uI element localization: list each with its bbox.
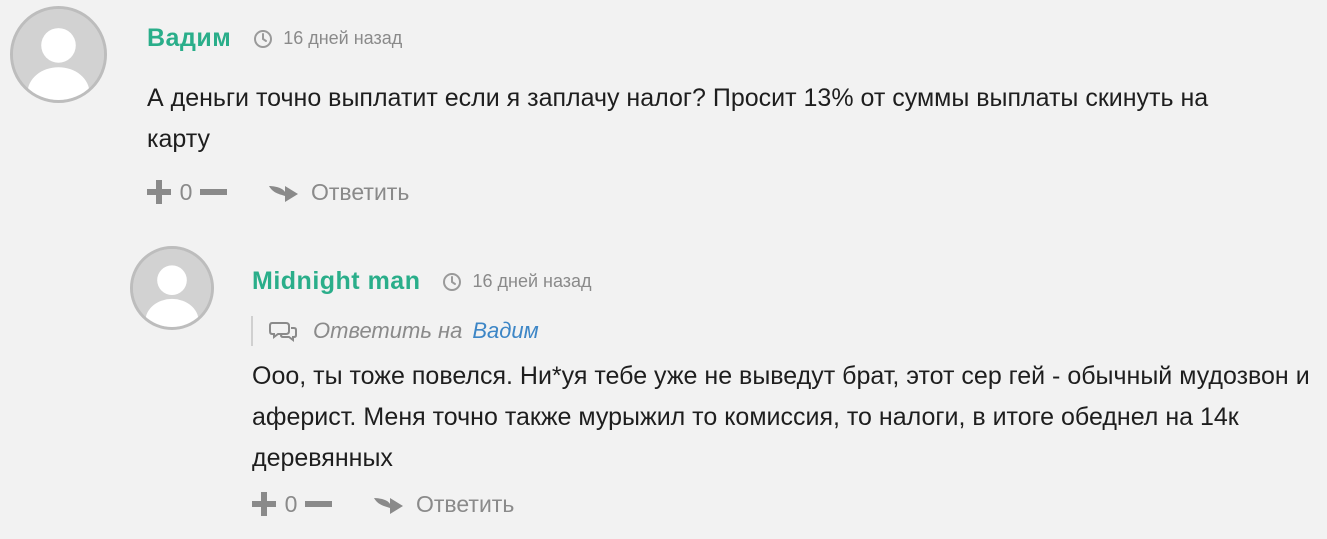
downvote-minus-icon[interactable] — [199, 178, 227, 206]
comment: Вадим 16 дней назад А деньги точно выпла… — [0, 0, 1327, 230]
comment-meta: Вадим 16 дней назад — [147, 24, 402, 53]
vote-count: 0 — [284, 490, 298, 517]
author-name[interactable]: Midnight man — [252, 267, 420, 296]
comment-time: 16 дней назад — [472, 271, 592, 291]
comment-text-line: А деньги точно выплатит если я заплачу н… — [147, 84, 1209, 112]
comment-time: 16 дней назад — [283, 28, 403, 48]
downvote-minus-icon[interactable] — [304, 490, 332, 518]
author-name[interactable]: Вадим — [147, 24, 231, 53]
comment-text: А деньги точно выплатит если я заплачу н… — [147, 78, 1307, 160]
comment-text-line: Ооо, ты тоже повелся. Ни*уя тебе уже не … — [252, 362, 1310, 390]
vote-count: 0 — [179, 178, 193, 205]
chat-bubbles-icon — [269, 320, 297, 342]
upvote-plus-icon[interactable] — [145, 178, 173, 206]
reply-label: Ответить — [416, 490, 515, 517]
reply-button[interactable]: Ответить — [372, 491, 514, 518]
avatar-placeholder-icon — [13, 9, 104, 100]
reply-arrow-icon — [267, 180, 299, 204]
comment-text: Ооо, ты тоже повелся. Ни*уя тебе уже не … — [252, 356, 1312, 479]
reply-button[interactable]: Ответить — [267, 179, 409, 206]
comment-meta: Midnight man 16 дней назад — [252, 267, 592, 296]
comment-actions: 0 Ответить — [250, 489, 514, 519]
comment-text-line: карту — [147, 125, 210, 153]
reply-to-user-link[interactable]: Вадим — [472, 318, 538, 344]
reply-label: Ответить — [311, 178, 410, 205]
reply-arrow-icon — [372, 492, 404, 516]
comment-text-line: аферист. Меня точно также мурыжил то ком… — [252, 403, 1239, 431]
avatar-placeholder-icon — [133, 249, 211, 327]
reply-comment: Midnight man 16 дней назад Ответить на В… — [0, 230, 1327, 539]
clock-icon — [442, 272, 462, 292]
upvote-plus-icon[interactable] — [250, 490, 278, 518]
comment-actions: 0 Ответить — [145, 177, 409, 207]
reply-to-indicator: Ответить на Вадим — [251, 316, 539, 346]
avatar[interactable] — [10, 6, 107, 103]
comment-thread: Вадим 16 дней назад А деньги точно выпла… — [0, 0, 1327, 539]
avatar[interactable] — [130, 246, 214, 330]
clock-icon — [253, 29, 273, 49]
reply-to-label: Ответить на — [313, 318, 463, 343]
comment-text-line: деревянных — [252, 444, 393, 472]
